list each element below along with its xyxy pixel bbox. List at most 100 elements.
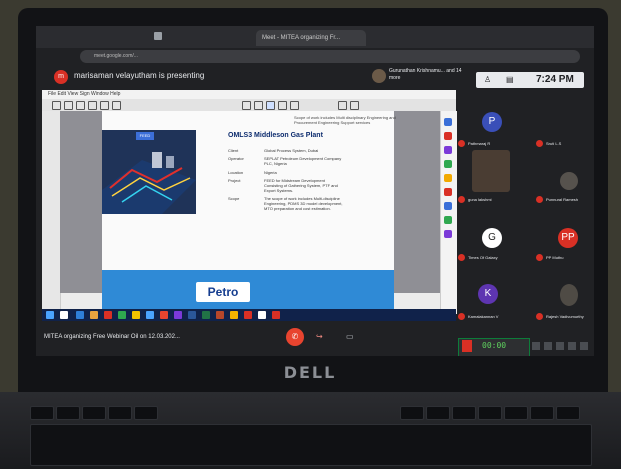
taskbar-app-icon — [160, 311, 168, 319]
laptop-screen: Meet - MITEA organizing Fr... meet.googl… — [36, 26, 594, 356]
participant-name: Rajesh Vadivumurthy — [546, 314, 584, 319]
tool-icon — [290, 101, 299, 110]
presenter-banner: marisaman velayutham is presenting — [74, 71, 205, 80]
pdf-left-rail — [42, 111, 61, 314]
host-participants-text: Gurunathan Krishnamu... and 14 more — [389, 68, 462, 81]
system-tray-icon — [544, 342, 552, 350]
pdf-right-rail — [440, 111, 457, 314]
mic-off-icon — [458, 313, 465, 320]
acrobat-icon — [244, 311, 252, 319]
mic-off-icon — [458, 196, 465, 203]
participant-avatar: G — [482, 228, 502, 248]
system-tray-icon — [532, 342, 540, 350]
participant-name: guna lakshmi — [468, 197, 492, 202]
laptop-brand-logo: DELL — [283, 363, 337, 382]
page-icon — [100, 101, 109, 110]
tool-icon — [444, 118, 452, 126]
hand-icon — [350, 101, 359, 110]
powerpoint-icon — [216, 311, 224, 319]
project-title: OMLS3 Middleson Gas Plant — [228, 132, 323, 139]
keyboard-key — [556, 406, 580, 420]
mic-off-icon — [536, 140, 543, 147]
chrome-icon — [132, 311, 140, 319]
address-bar[interactable]: meet.google.com/... — [80, 50, 580, 63]
row-label: Project — [228, 178, 241, 183]
keyboard-row — [30, 424, 592, 466]
participant-name: Times Of Galaxy — [468, 255, 498, 260]
end-call-button[interactable]: ✆ — [286, 328, 304, 346]
tool-icon — [444, 202, 452, 210]
participant-name: Pathmaraj R — [468, 141, 491, 146]
tool-icon — [444, 230, 452, 238]
keyboard-key — [134, 406, 158, 420]
host-avatar — [372, 69, 386, 83]
widget-readout: 00:00 — [482, 341, 507, 350]
taskbar-app-icon — [146, 311, 154, 319]
taskbar-app-icon — [76, 311, 84, 319]
row-label: Location — [228, 170, 244, 175]
print-icon — [76, 101, 85, 110]
cursor-icon — [338, 101, 347, 110]
mic-off-icon — [458, 254, 465, 261]
keyboard-key — [30, 406, 54, 420]
company-logo: Petro — [196, 282, 250, 302]
tool-icon — [444, 132, 452, 140]
row-value: Global Process System, Dubai — [264, 148, 319, 153]
keyboard-key — [478, 406, 502, 420]
browser-tab[interactable]: Meet - MITEA organizing Fr... — [256, 30, 366, 46]
tool-icon — [444, 174, 452, 182]
system-tray-icon — [580, 342, 588, 350]
tab-favicon-icon — [154, 32, 162, 40]
keyboard-key — [530, 406, 554, 420]
tool-icon — [444, 146, 452, 154]
present-screen-icon[interactable]: ▭ — [346, 332, 354, 341]
zoom-icon — [112, 101, 121, 110]
tool-icon — [254, 101, 263, 110]
record-icon[interactable] — [462, 340, 472, 352]
taskbar-app-icon — [230, 311, 238, 319]
participant-photo — [560, 172, 578, 190]
plant-3d-render-image: FEED — [102, 130, 196, 214]
participant-photo — [560, 284, 578, 306]
keyboard-key — [108, 406, 132, 420]
search-icon — [88, 101, 97, 110]
windows-start-icon — [46, 311, 54, 319]
participant-name: Punnural Ramesh — [546, 197, 579, 202]
save-icon — [64, 101, 73, 110]
keyboard-key — [400, 406, 424, 420]
taskbar-app-icon — [258, 311, 266, 319]
system-tray-icon — [568, 342, 576, 350]
plant-render-graphic — [102, 152, 196, 214]
keyboard-key — [56, 406, 80, 420]
raise-hand-icon[interactable]: ↪ — [316, 332, 323, 341]
pdf-menu-bar: File Edit View Sign Window Help — [42, 90, 456, 99]
keyboard-key — [504, 406, 528, 420]
excel-icon — [202, 311, 210, 319]
participant-name: Kamalakannan V — [468, 314, 499, 319]
participant-name: Sruti L.S — [546, 141, 562, 146]
keyboard-key — [452, 406, 476, 420]
search-icon — [60, 311, 68, 319]
presenter-avatar: m — [54, 70, 68, 84]
keyboard-key — [82, 406, 106, 420]
mic-off-icon — [536, 254, 543, 261]
chat-icon[interactable]: ▤ — [506, 75, 514, 84]
participant-name: PP Muthu — [546, 255, 564, 260]
meeting-clock: 7:24 PM — [536, 74, 574, 85]
row-value: Nigeria — [264, 170, 277, 175]
people-icon[interactable]: ♙ — [484, 75, 491, 84]
meeting-name: MITEA organizing Free Webinar Oil on 12.… — [44, 334, 180, 340]
keyboard-key — [426, 406, 450, 420]
taskbar-app-icon — [104, 311, 112, 319]
taskbar-app-icon — [174, 311, 182, 319]
shared-screen: File Edit View Sign Window Help Scope of… — [42, 90, 457, 314]
taskbar-app-icon — [118, 311, 126, 319]
pdf-icon — [272, 311, 280, 319]
tool-icon — [444, 188, 452, 196]
row-label: Operator — [228, 156, 244, 161]
word-icon — [188, 311, 196, 319]
row-label: Client — [228, 148, 239, 153]
tool-icon — [444, 160, 452, 168]
folder-icon — [90, 311, 98, 319]
participant-avatar: P — [482, 112, 502, 132]
